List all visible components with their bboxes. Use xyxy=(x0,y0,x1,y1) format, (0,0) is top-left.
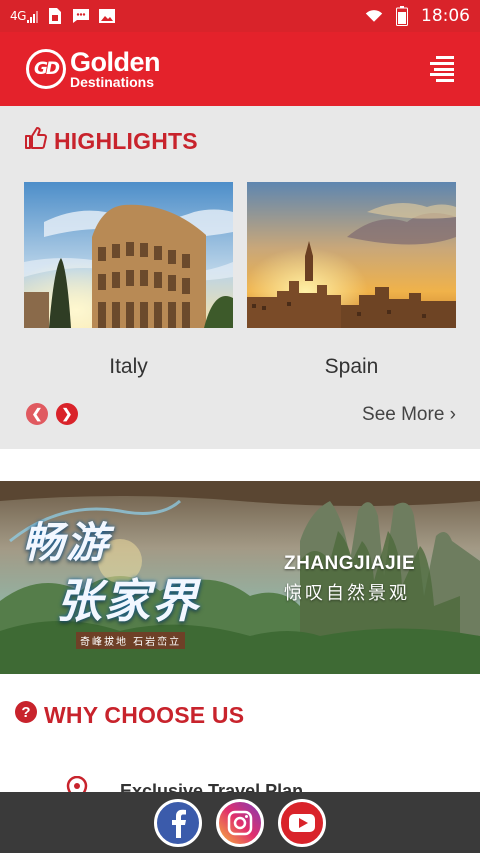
banner-subtitle: 惊叹自然景观 xyxy=(284,583,410,604)
carousel-nav: ❮ ❯ xyxy=(26,403,78,425)
highlight-card-label: Italy xyxy=(109,355,148,378)
see-more-link[interactable]: See More › xyxy=(362,404,456,426)
highlights-section: HIGHLIGHTS Italy Spain ❮ ❯ See More › xyxy=(0,106,480,449)
image-icon xyxy=(98,7,116,25)
highlight-card-italy[interactable]: Italy xyxy=(24,182,233,382)
why-choose-us-heading: ? WHY CHOOSE US xyxy=(14,700,244,730)
highlight-card-label: Spain xyxy=(324,355,379,378)
instagram-icon[interactable] xyxy=(216,798,264,847)
chevron-left-icon[interactable]: ❮ xyxy=(26,403,48,425)
logo-mark: GD xyxy=(26,49,66,89)
battery-icon xyxy=(393,6,411,26)
svg-text:?: ? xyxy=(21,704,30,721)
italy-image xyxy=(24,182,233,328)
spain-image xyxy=(247,182,456,328)
banner-title-line1: 畅游 xyxy=(22,518,111,567)
hamburger-menu-icon[interactable] xyxy=(430,56,454,82)
banner-title-en: ZHANGJIAJIE xyxy=(284,553,416,574)
sim-icon xyxy=(46,7,64,25)
thumbs-up-icon xyxy=(24,126,48,156)
banner-title-line2: 张家界 xyxy=(56,574,200,628)
zhangjiajie-banner[interactable]: 畅游 张家界 奇峰拔地 石岩峦立 ZHANGJIAJIE 惊叹自然景观 xyxy=(0,481,480,674)
facebook-icon[interactable] xyxy=(154,798,202,847)
logo-text: Golden Destinations xyxy=(70,47,161,90)
social-bar xyxy=(0,792,480,853)
logo-subtitle: Destinations xyxy=(70,74,155,90)
chevron-right-icon[interactable]: ❯ xyxy=(56,403,78,425)
highlights-heading: HIGHLIGHTS xyxy=(24,126,198,156)
status-bar: 4G 18:06 xyxy=(0,0,480,32)
logo-name: Golden xyxy=(70,47,161,77)
youtube-icon[interactable] xyxy=(278,798,326,847)
signal-icon xyxy=(26,11,38,23)
app-header: GD Golden Destinations xyxy=(0,32,480,106)
highlights-carousel: Italy Spain xyxy=(24,182,457,382)
clock: 18:06 xyxy=(421,6,470,26)
question-circle-icon: ? xyxy=(14,700,38,730)
banner-tagline: 奇峰拔地 石岩峦立 xyxy=(76,632,186,649)
logo[interactable]: GD Golden Destinations xyxy=(26,47,161,90)
wifi-icon xyxy=(365,7,383,25)
highlight-card-spain[interactable]: Spain xyxy=(247,182,456,382)
network-type: 4G xyxy=(10,9,26,23)
network-indicator: 4G xyxy=(10,9,38,23)
highlights-title: HIGHLIGHTS xyxy=(54,127,198,154)
why-choose-us-title: WHY CHOOSE US xyxy=(44,701,245,728)
message-icon xyxy=(72,7,90,25)
